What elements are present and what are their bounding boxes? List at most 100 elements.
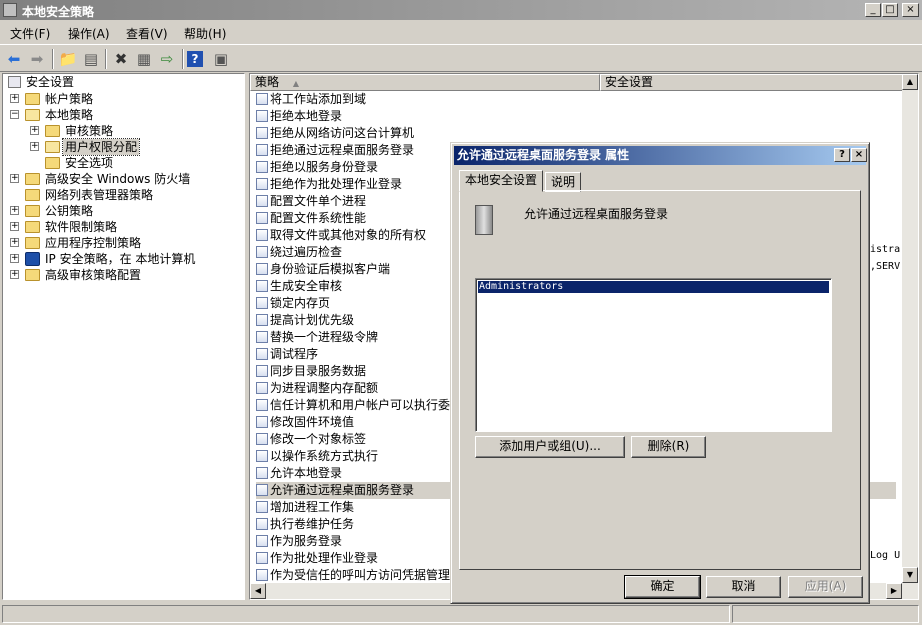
policy-icon [256,144,268,156]
scroll-up-icon[interactable]: ▲ [902,74,918,90]
folder-icon [45,157,60,169]
tree-item-local-policy[interactable]: − 本地策略 [3,107,243,123]
expand-icon[interactable]: + [10,254,19,263]
tree-label: 软件限制策略 [45,220,118,234]
help-icon[interactable]: ? [187,51,203,67]
show-hide-tree-icon[interactable]: ▤ [80,48,102,70]
policy-icon [256,382,268,394]
collapse-icon[interactable]: − [10,110,19,119]
dialog-title: 允许通过远程桌面服务登录 属性 [457,148,630,162]
status-panel [732,605,919,623]
maximize-button[interactable]: □ [882,3,898,17]
expand-icon[interactable]: + [30,126,39,135]
export-list-icon[interactable]: ⇨ [156,48,178,70]
vertical-scrollbar[interactable]: ▲ ▼ [902,74,918,583]
menu-help[interactable]: 帮助(H) [184,25,226,42]
tree-item-public-key[interactable]: + 公钥策略 [3,203,243,219]
policy-name: 允许通过远程桌面服务登录 [524,207,669,221]
policy-row[interactable]: 拒绝本地登录 [256,108,896,125]
tree-item-advanced-audit[interactable]: + 高级审核策略配置 [3,267,243,283]
tree-item-software-restriction[interactable]: + 软件限制策略 [3,219,243,235]
policy-label: 同步目录服务数据 [270,364,367,378]
scroll-right-icon[interactable]: ▶ [886,583,902,599]
dialog-close-button[interactable]: × [851,148,867,162]
policy-label: 允许本地登录 [270,466,343,480]
folder-icon [25,221,40,233]
menu-action[interactable]: 操作(A) [68,25,110,42]
tab-local-security-setting[interactable]: 本地安全设置 [459,170,544,192]
scroll-left-icon[interactable]: ◀ [250,583,266,599]
policy-icon [256,348,268,360]
apply-button[interactable]: 应用(A) [788,576,863,598]
policy-row[interactable]: 将工作站添加到域 [256,91,896,108]
policy-label: 拒绝本地登录 [270,109,343,123]
properties-dialog: 允许通过远程桌面服务登录 属性 ? × 本地安全设置 说明 允许通过远程桌面服务… [450,142,870,604]
menu-file[interactable]: 文件(F) [10,25,50,42]
policy-icon [256,297,268,309]
policy-row[interactable]: 拒绝从网络访问这台计算机 [256,125,896,142]
members-list[interactable]: Administrators [475,278,832,432]
policy-icon [256,467,268,479]
expand-icon[interactable]: + [10,270,19,279]
scroll-down-icon[interactable]: ▼ [902,567,918,583]
expand-icon[interactable]: + [10,222,19,231]
policy-label: 以操作系统方式执行 [270,449,379,463]
delete-icon[interactable]: ✖ [110,48,132,70]
tree-label: 审核策略 [65,124,114,138]
folder-open-icon [45,141,60,153]
policy-label: 拒绝通过远程桌面服务登录 [270,143,415,157]
policy-label: 执行卷维护任务 [270,517,355,531]
expand-icon[interactable]: + [10,238,19,247]
expand-icon[interactable]: + [10,206,19,215]
expand-icon[interactable]: + [10,174,19,183]
policy-label: 替换一个进程级令牌 [270,330,379,344]
policy-icon [256,212,268,224]
column-header-label: 策略 [255,75,280,89]
policy-icon [256,110,268,122]
policy-label: 拒绝以服务身份登录 [270,160,379,174]
close-button[interactable]: × [902,3,919,17]
member-item[interactable]: Administrators [478,281,829,293]
column-header-setting[interactable]: 安全设置 [600,74,904,91]
column-header-label: 安全设置 [605,75,654,89]
tree-item-account-policy[interactable]: + 帐户策略 [3,91,243,107]
cancel-button[interactable]: 取消 [706,576,781,598]
remove-button[interactable]: 删除(R) [631,436,706,458]
tree-item-user-rights[interactable]: + 用户权限分配 [3,138,243,156]
sort-ascending-icon: ▲ [292,79,299,88]
ok-button[interactable]: 确定 [624,575,701,599]
tree-item-security-options[interactable]: 安全选项 [3,155,243,171]
menu-view[interactable]: 查看(V) [126,25,168,42]
folder-icon [45,125,60,137]
policy-icon [256,93,268,105]
tree-item-ip-security[interactable]: + IP 安全策略，在 本地计算机 [3,251,243,267]
tree-item-app-control[interactable]: + 应用程序控制策略 [3,235,243,251]
back-icon[interactable]: ⬅ [3,48,25,70]
policy-label: 作为受信任的呼叫方访问凭据管理 [270,568,451,582]
column-header-policy[interactable]: 策略 ▲ [250,74,600,91]
expand-icon[interactable]: + [10,94,19,103]
folder-icon [25,205,40,217]
forward-icon[interactable]: ➡ [26,48,48,70]
tree-item-network-list[interactable]: 网络列表管理器策略 [3,187,243,203]
server-icon [475,205,493,235]
show-hide-pane-icon[interactable]: ▣ [210,48,232,70]
up-folder-icon[interactable]: 📁 [57,48,79,70]
add-user-or-group-button[interactable]: 添加用户或组(U)... [475,436,625,458]
folder-icon [25,237,40,249]
policy-icon [256,484,268,496]
policy-icon [256,433,268,445]
policy-label: 为进程调整内存配额 [270,381,379,395]
minimize-button[interactable]: _ [865,3,881,17]
policy-icon [256,280,268,292]
expand-icon[interactable]: + [30,142,39,151]
window-title: 本地安全策略 [22,5,95,19]
policy-icon [256,450,268,462]
tree-item-firewall[interactable]: + 高级安全 Windows 防火墙 [3,171,243,187]
tree-item-audit-policy[interactable]: + 审核策略 [3,123,243,139]
tab-explain[interactable]: 说明 [545,172,582,192]
policy-icon [256,365,268,377]
folder-icon [25,173,40,185]
help-button[interactable]: ? [834,148,850,162]
properties-icon[interactable]: ▦ [133,48,155,70]
